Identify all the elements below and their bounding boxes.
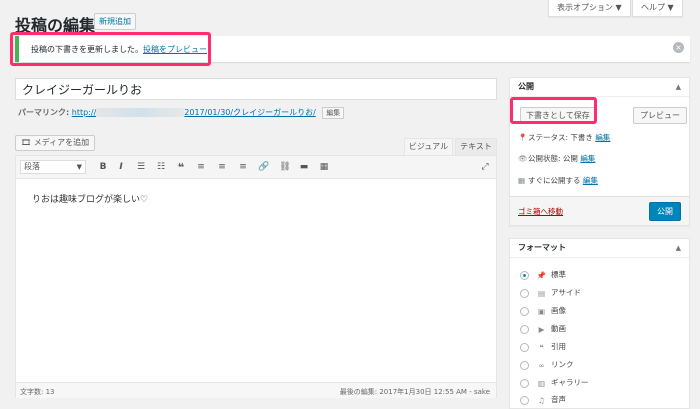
format-option-standard[interactable]: 📌 標準 bbox=[520, 269, 566, 280]
image-icon: ▣ bbox=[537, 306, 546, 316]
help-tab[interactable]: ヘルプ ▼ bbox=[632, 0, 683, 17]
fullscreen-icon[interactable]: ⤢ bbox=[478, 161, 492, 174]
post-visibility: 👁公開状態: 公開 編集 bbox=[518, 153, 595, 164]
publish-box-header[interactable]: 公開 ▲ bbox=[510, 78, 689, 97]
radio-button[interactable] bbox=[520, 306, 529, 316]
visibility-edit-link[interactable]: 編集 bbox=[580, 154, 595, 163]
editor-content[interactable]: りおは趣味ブログが楽しい♡ bbox=[32, 192, 148, 205]
chevron-down-icon: ▼ bbox=[76, 163, 82, 171]
permalink-prefix: http:// bbox=[71, 108, 97, 117]
read-more-icon[interactable]: ▬ bbox=[297, 161, 311, 174]
pin-icon: 📍 bbox=[518, 133, 528, 142]
radio-button[interactable] bbox=[520, 342, 529, 352]
highlight-box-notice bbox=[10, 32, 211, 66]
radio-button[interactable] bbox=[520, 270, 529, 280]
blockquote-icon[interactable]: ❝ bbox=[174, 161, 188, 174]
visibility-label: 公開状態: 公開 bbox=[528, 154, 578, 163]
format-label: リンク bbox=[551, 360, 574, 369]
format-label: 動画 bbox=[551, 324, 566, 333]
format-box-header[interactable]: フォーマット ▲ bbox=[510, 239, 689, 258]
permalink-label: パーマリンク: bbox=[18, 108, 70, 117]
publish-button[interactable]: 公開 bbox=[649, 202, 681, 221]
format-option-link[interactable]: ∞ リンク bbox=[520, 359, 574, 370]
format-option-gallery[interactable]: ▥ ギャラリー bbox=[520, 377, 589, 388]
status-edit-link[interactable]: 編集 bbox=[595, 133, 610, 142]
move-to-trash-link[interactable]: ゴミ箱へ移動 bbox=[518, 206, 563, 217]
format-option-quote[interactable]: ❝ 引用 bbox=[520, 341, 566, 352]
format-label: 音声 bbox=[551, 395, 566, 404]
content-editor: 段落 ▼ B I ☰ ☷ ❝ ≡ ≡ ≡ 🔗 ⛓ ▬ ▦ ⤢ りおは趣味ブログが楽… bbox=[15, 155, 497, 398]
align-left-icon[interactable]: ≡ bbox=[194, 161, 208, 174]
schedule-edit-link[interactable]: 編集 bbox=[583, 176, 598, 185]
radio-button[interactable] bbox=[520, 378, 529, 388]
add-media-label: メディアを追加 bbox=[33, 138, 90, 147]
schedule-label: すぐに公開する bbox=[528, 176, 581, 185]
permalink-row: パーマリンク: http:// 2017/01/30/クレイジーガールりお/ 編集 bbox=[18, 107, 345, 119]
post-title-input[interactable] bbox=[15, 78, 497, 100]
tab-visual[interactable]: ビジュアル bbox=[404, 138, 453, 155]
preview-button[interactable]: プレビュー bbox=[633, 107, 687, 124]
numbered-list-icon[interactable]: ☷ bbox=[154, 161, 168, 174]
calendar-icon: ▦ bbox=[518, 176, 526, 185]
radio-button[interactable] bbox=[520, 395, 529, 405]
blurred-domain bbox=[96, 108, 185, 117]
add-new-button[interactable]: 新規追加 bbox=[94, 13, 136, 30]
collapse-arrow-icon[interactable]: ▲ bbox=[676, 78, 681, 96]
italic-icon[interactable]: I bbox=[114, 161, 128, 174]
format-option-video[interactable]: ▶ 動画 bbox=[520, 323, 566, 334]
screen-options-tab[interactable]: 表示オプション ▼ bbox=[548, 0, 631, 17]
eye-icon: 👁 bbox=[518, 154, 528, 163]
permalink-slug: 2017/01/30/クレイジーガールりお/ bbox=[184, 108, 316, 117]
post-status: 📍ステータス: 下書き 編集 bbox=[518, 132, 610, 143]
tab-text[interactable]: テキスト bbox=[455, 138, 497, 155]
format-label: 引用 bbox=[551, 342, 566, 351]
collapse-arrow-icon[interactable]: ▲ bbox=[676, 239, 681, 257]
highlight-box-save-draft bbox=[510, 97, 597, 124]
link-icon: ∞ bbox=[538, 360, 545, 370]
radio-button[interactable] bbox=[520, 360, 529, 370]
radio-button[interactable] bbox=[520, 324, 529, 334]
format-label: 標準 bbox=[551, 270, 566, 279]
dismiss-icon[interactable]: × bbox=[673, 42, 684, 53]
post-schedule: ▦ すぐに公開する 編集 bbox=[518, 175, 598, 186]
video-icon: ▶ bbox=[538, 324, 545, 334]
format-option-image[interactable]: ▣ 画像 bbox=[520, 305, 566, 316]
bold-icon[interactable]: B bbox=[96, 161, 110, 174]
media-icon: 🎞 bbox=[21, 138, 34, 147]
gallery-icon: ▥ bbox=[537, 378, 546, 388]
format-option-aside[interactable]: ▤ アサイド bbox=[520, 287, 581, 298]
quote-icon: ❝ bbox=[539, 342, 544, 352]
word-count: 文字数: 13 bbox=[20, 388, 55, 396]
status-label: ステータス: 下書き bbox=[528, 133, 593, 142]
aside-icon: ▤ bbox=[537, 288, 546, 298]
add-media-button[interactable]: 🎞 メディアを追加 bbox=[15, 135, 96, 151]
format-box: フォーマット ▲ 📌 標準 ▤ アサイド ▣ 画像 ▶ 動画 ❝ 引用 ∞ リンク ▥ ギャラ… bbox=[509, 238, 690, 409]
publish-box-title: 公開 bbox=[518, 82, 534, 91]
align-center-icon[interactable]: ≡ bbox=[215, 161, 229, 174]
format-option-audio[interactable]: ♫ 音声 bbox=[520, 394, 566, 405]
format-label: 画像 bbox=[551, 306, 566, 315]
audio-icon: ♫ bbox=[538, 395, 545, 405]
unlink-icon[interactable]: ⛓ bbox=[278, 161, 292, 174]
last-edited: 最後の編集: 2017年1月30日 12:55 AM - sake bbox=[339, 388, 490, 396]
format-box-title: フォーマット bbox=[518, 243, 566, 252]
link-icon[interactable]: 🔗 bbox=[257, 161, 271, 174]
permalink-edit-button[interactable]: 編集 bbox=[322, 107, 345, 119]
format-label: アサイド bbox=[551, 288, 581, 297]
permalink-url[interactable]: http:// 2017/01/30/クレイジーガールりお/ bbox=[72, 108, 316, 117]
editor-toolbar: 段落 ▼ B I ☰ ☷ ❝ ≡ ≡ ≡ 🔗 ⛓ ▬ ▦ ⤢ bbox=[16, 156, 496, 179]
format-select-value: 段落 bbox=[24, 162, 40, 171]
radio-button[interactable] bbox=[520, 288, 529, 298]
bulleted-list-icon[interactable]: ☰ bbox=[134, 161, 148, 174]
align-right-icon[interactable]: ≡ bbox=[236, 161, 250, 174]
editor-status-bar: 文字数: 13 最後の編集: 2017年1月30日 12:55 AM - sak… bbox=[16, 382, 496, 398]
format-label: ギャラリー bbox=[551, 378, 589, 387]
publish-actions: ゴミ箱へ移動 公開 bbox=[510, 196, 689, 225]
pin-icon: 📌 bbox=[536, 270, 547, 280]
toolbar-toggle-icon[interactable]: ▦ bbox=[317, 161, 331, 174]
paragraph-format-select[interactable]: 段落 ▼ bbox=[20, 160, 86, 174]
